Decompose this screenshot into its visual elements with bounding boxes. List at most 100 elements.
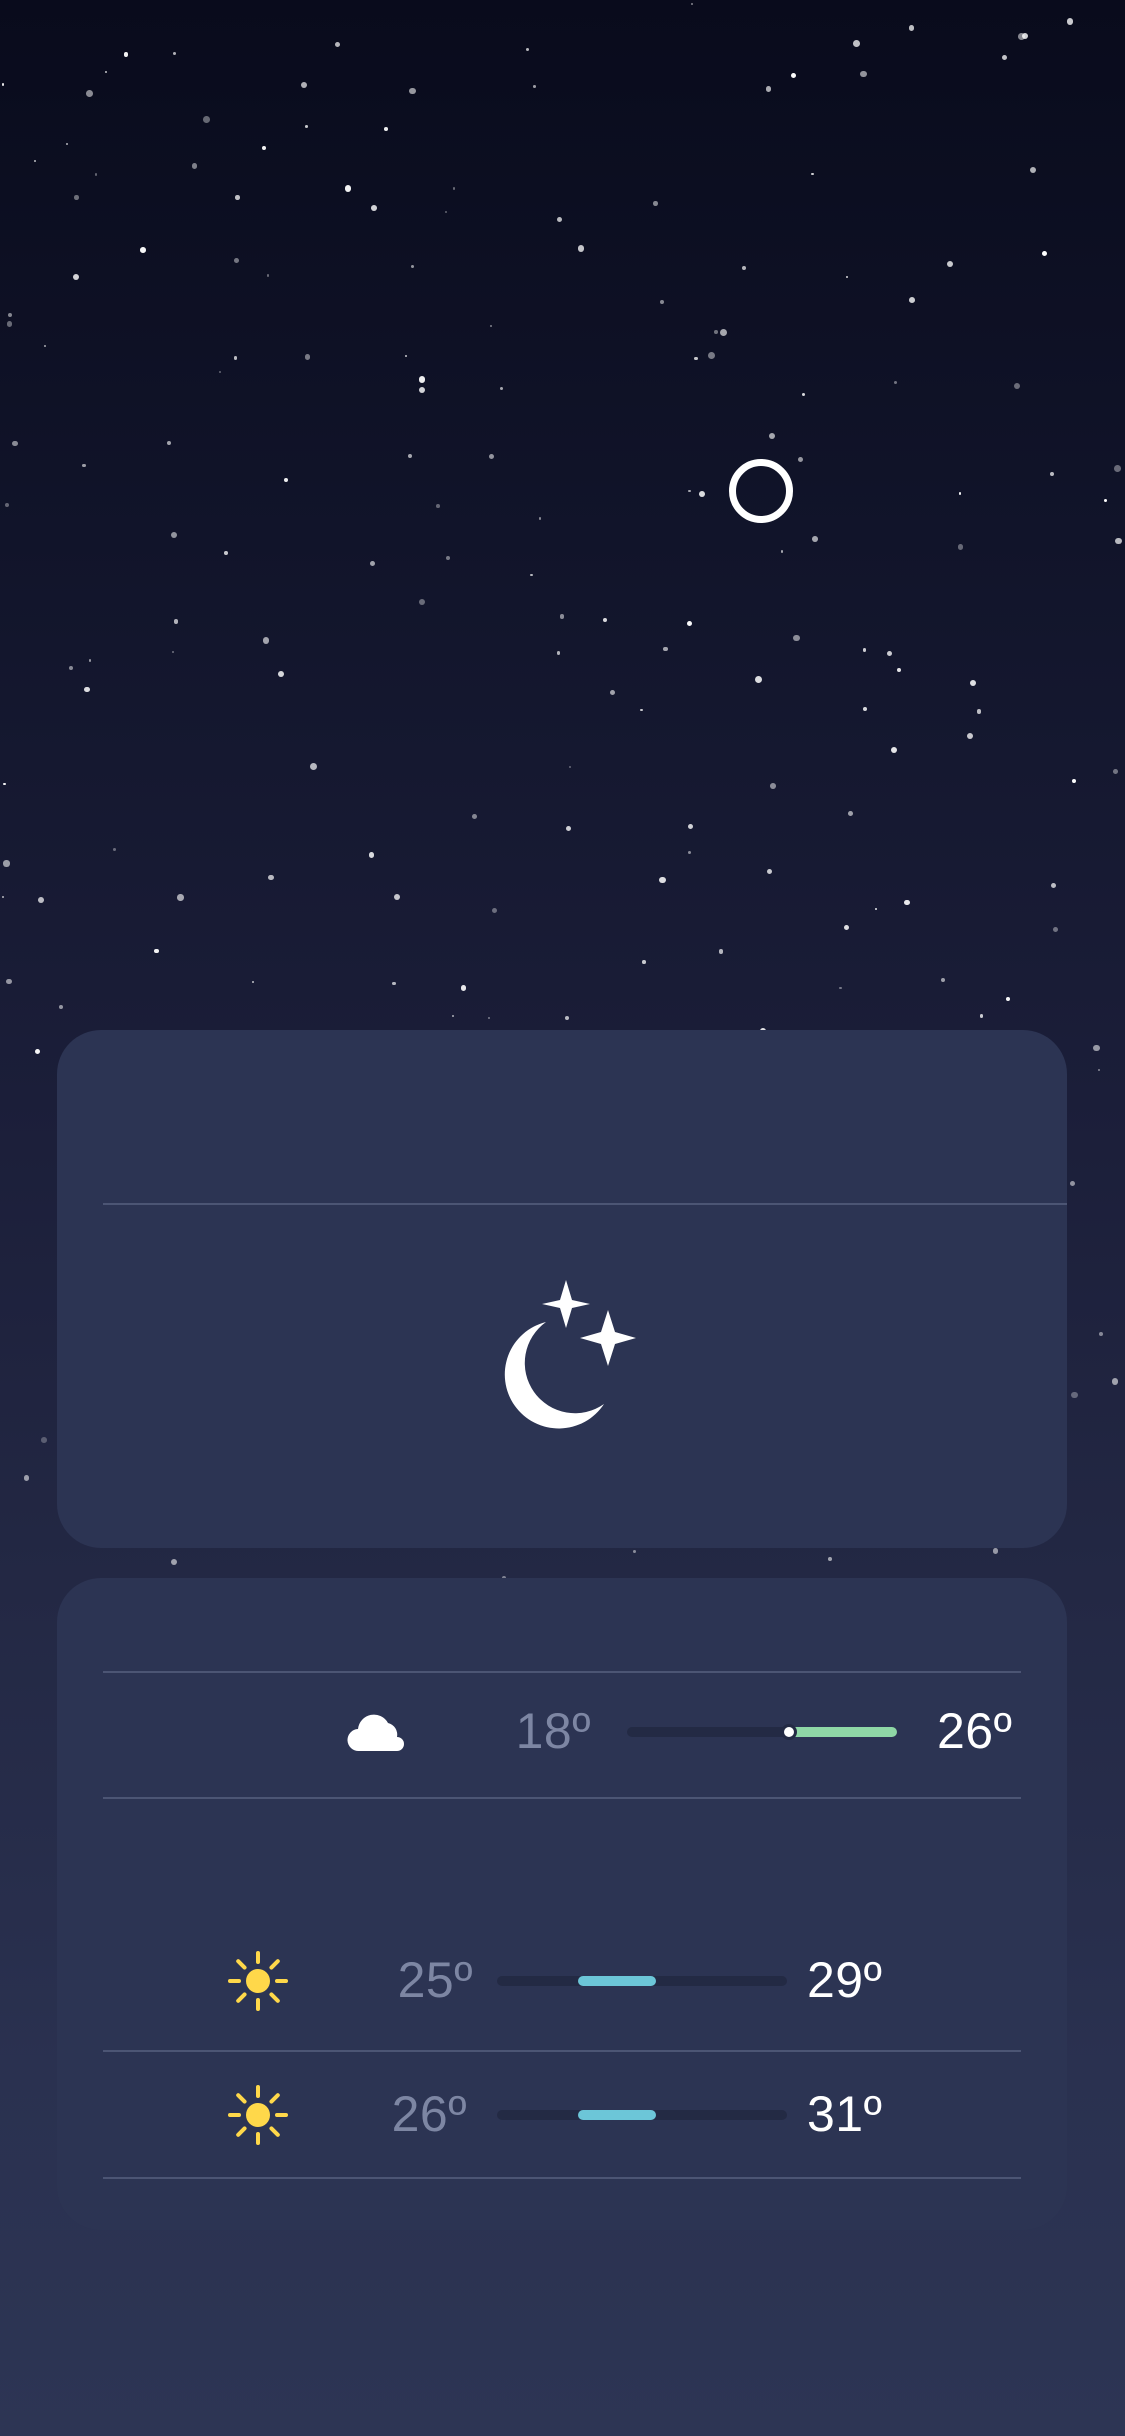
star — [1113, 769, 1118, 774]
star — [472, 814, 477, 819]
star — [435, 504, 440, 509]
star — [1072, 779, 1077, 784]
star — [887, 650, 893, 657]
star — [565, 825, 571, 832]
star — [224, 551, 228, 556]
sun-icon — [228, 1951, 288, 2011]
temperature-range-bar — [497, 1976, 787, 1986]
star — [383, 126, 388, 131]
star — [444, 210, 447, 213]
low-temperature: 26º — [391, 2086, 467, 2142]
daily-forecast-row[interactable]: 18º 26º — [57, 1671, 1067, 1791]
star — [84, 686, 90, 692]
star — [659, 300, 664, 304]
star — [452, 187, 456, 190]
daily-forecast-row[interactable]: 26º 31º — [57, 2054, 1067, 2174]
temperature-range-fill — [578, 2110, 657, 2120]
star — [370, 560, 376, 566]
star — [262, 637, 270, 644]
star — [793, 634, 800, 642]
star — [610, 689, 616, 696]
star — [1001, 54, 1007, 60]
star — [845, 276, 849, 279]
star — [559, 614, 565, 619]
star — [283, 478, 288, 483]
row-divider — [103, 2050, 1021, 2052]
star — [557, 216, 563, 222]
star — [74, 195, 79, 200]
star — [41, 1437, 48, 1443]
star — [418, 376, 426, 383]
star — [104, 71, 107, 74]
star — [7, 312, 12, 317]
star — [418, 598, 426, 606]
star — [658, 876, 666, 884]
star — [7, 321, 13, 327]
star — [177, 894, 184, 901]
star — [687, 850, 692, 855]
star — [2, 895, 5, 898]
star — [81, 463, 86, 468]
star — [839, 986, 842, 990]
star — [154, 948, 159, 953]
star — [445, 555, 450, 560]
star — [653, 201, 658, 207]
star — [267, 874, 274, 881]
star — [235, 195, 240, 200]
star — [58, 1005, 63, 1010]
star — [687, 823, 694, 830]
star — [714, 330, 718, 334]
temperature-range-fill — [783, 1727, 897, 1737]
high-temperature: 29º — [807, 1952, 883, 2008]
star — [251, 981, 255, 984]
star — [23, 1475, 29, 1481]
star — [1093, 1044, 1100, 1051]
daily-forecast-card: 18º 26º 25º 29º 26º 31º — [57, 1578, 1067, 2230]
star — [1115, 538, 1122, 545]
star — [1066, 18, 1074, 25]
star — [1069, 1180, 1076, 1187]
star — [1053, 926, 1059, 932]
high-temperature: 31º — [807, 2086, 883, 2142]
star — [266, 274, 270, 277]
star — [801, 392, 806, 396]
star — [874, 908, 877, 911]
star — [530, 573, 533, 576]
star — [1005, 996, 1010, 1001]
star — [1098, 1068, 1101, 1071]
star — [633, 1549, 637, 1553]
star — [719, 328, 727, 336]
star — [941, 977, 946, 982]
row-divider — [103, 1797, 1021, 1799]
current-temperature-marker — [781, 1724, 797, 1740]
high-temperature: 26º — [937, 1703, 1013, 1759]
star — [663, 646, 668, 652]
star — [556, 651, 561, 655]
star — [166, 441, 171, 446]
star — [392, 981, 396, 985]
star — [334, 41, 341, 48]
star — [862, 706, 868, 712]
star — [371, 204, 377, 211]
star — [686, 620, 693, 627]
hourly-header-divider — [103, 1203, 1067, 1205]
star — [88, 659, 92, 662]
star — [708, 352, 716, 359]
star — [979, 1014, 984, 1018]
star — [410, 264, 414, 268]
star — [262, 146, 267, 151]
star — [1, 83, 5, 87]
star — [568, 765, 572, 769]
star — [564, 1016, 569, 1021]
star — [35, 1048, 41, 1054]
moon-stars-icon — [504, 1280, 636, 1429]
star — [3, 860, 10, 867]
star — [300, 82, 307, 89]
star — [797, 456, 803, 463]
star — [3, 782, 6, 786]
star — [73, 273, 80, 280]
star — [780, 550, 784, 553]
star — [844, 924, 850, 930]
daily-forecast-row[interactable]: 25º 29º — [57, 1920, 1067, 2040]
star — [488, 1016, 491, 1019]
